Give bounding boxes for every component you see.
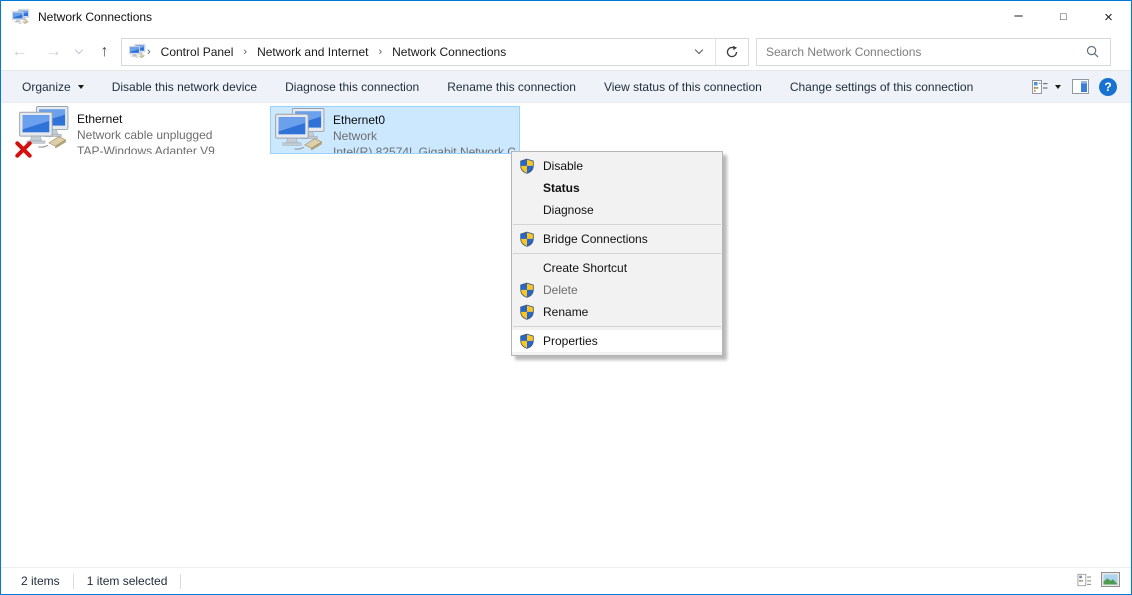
network-adapter-icon	[271, 107, 329, 153]
breadcrumb-item-control-panel[interactable]: Control Panel	[152, 39, 243, 65]
preview-pane-icon	[1072, 79, 1089, 94]
divider	[180, 574, 181, 589]
window-title: Network Connections	[38, 10, 152, 24]
details-view-icon	[1032, 79, 1048, 95]
help-icon: ?	[1099, 78, 1117, 96]
caret-down-icon	[1055, 85, 1061, 89]
uac-shield-icon	[519, 231, 535, 247]
refresh-icon	[725, 45, 739, 59]
disable-device-button[interactable]: Disable this network device	[98, 71, 271, 102]
change-view-button[interactable]	[1026, 74, 1067, 100]
navigation-bar: ← → ↑ › Control Panel › Network and Inte…	[1, 33, 1131, 71]
chevron-down-icon	[694, 46, 702, 54]
connection-item-ethernet[interactable]: Ethernet Network cable unplugged TAP-Win…	[15, 106, 265, 154]
selected-count: 1 item selected	[87, 574, 168, 588]
divider	[73, 574, 74, 589]
toolbar-right-icons: ?	[1026, 74, 1131, 100]
preview-pane-button[interactable]	[1067, 74, 1094, 100]
connection-name: Ethernet0	[333, 112, 519, 128]
search-box	[756, 38, 1111, 66]
forward-button[interactable]: →	[38, 37, 69, 67]
location-icon	[129, 44, 146, 59]
menu-item-bridge-connections[interactable]: Bridge Connections	[512, 228, 722, 250]
rename-connection-button[interactable]: Rename this connection	[433, 71, 590, 102]
title-bar: Network Connections – □ ×	[1, 1, 1131, 33]
uac-shield-icon	[519, 158, 535, 174]
window-controls: – □ ×	[996, 1, 1131, 33]
organize-button[interactable]: Organize	[8, 71, 98, 102]
unplugged-x-icon	[14, 140, 33, 162]
details-view-toggle[interactable]	[1077, 573, 1092, 590]
menu-item-diagnose[interactable]: Diagnose	[512, 199, 722, 221]
app-icon	[12, 9, 30, 25]
connection-name: Ethernet	[77, 111, 215, 127]
uac-shield-icon	[519, 282, 535, 298]
maximize-button[interactable]: □	[1041, 1, 1086, 33]
search-input[interactable]	[757, 39, 1075, 65]
items-count: 2 items	[21, 574, 60, 588]
uac-shield-icon	[519, 333, 535, 349]
connection-device: TAP-Windows Adapter V9	[77, 143, 215, 154]
minimize-button[interactable]: –	[996, 1, 1041, 33]
close-button[interactable]: ×	[1086, 1, 1131, 33]
breadcrumb-item-network-and-internet[interactable]: Network and Internet	[248, 39, 377, 65]
connection-status: Network cable unplugged	[77, 127, 215, 143]
menu-item-disable[interactable]: Disable	[512, 155, 722, 177]
status-bar: 2 items 1 item selected	[1, 567, 1131, 594]
menu-item-properties[interactable]: Properties	[512, 330, 722, 352]
search-icon[interactable]	[1075, 45, 1110, 58]
chevron-down-icon	[74, 46, 82, 54]
back-button[interactable]: ←	[1, 37, 38, 67]
change-settings-button[interactable]: Change settings of this connection	[776, 71, 987, 102]
help-button[interactable]: ?	[1094, 74, 1122, 100]
command-bar: Organize Disable this network device Dia…	[1, 71, 1131, 103]
address-dropdown-button[interactable]	[682, 39, 715, 65]
address-bar[interactable]: › Control Panel › Network and Internet ›…	[121, 38, 749, 66]
context-menu: Disable Status Diagnose Bridge Connectio…	[511, 151, 723, 356]
menu-item-create-shortcut[interactable]: Create Shortcut	[512, 257, 722, 279]
menu-separator	[513, 253, 721, 254]
large-icons-view-toggle[interactable]	[1101, 572, 1120, 590]
menu-separator	[513, 224, 721, 225]
caret-down-icon	[78, 85, 84, 89]
menu-item-delete[interactable]: Delete	[512, 279, 722, 301]
uac-shield-icon	[519, 304, 535, 320]
refresh-button[interactable]	[716, 39, 748, 65]
connection-item-ethernet0[interactable]: Ethernet0 Network Intel(R) 82574L Gigabi…	[270, 106, 520, 154]
connection-status: Network	[333, 128, 519, 144]
menu-separator	[513, 326, 721, 327]
diagnose-connection-button[interactable]: Diagnose this connection	[271, 71, 433, 102]
connections-list: Ethernet Network cable unplugged TAP-Win…	[1, 103, 1131, 567]
view-status-button[interactable]: View status of this connection	[590, 71, 776, 102]
recent-locations-button[interactable]	[69, 37, 88, 67]
menu-item-rename[interactable]: Rename	[512, 301, 722, 323]
network-connections-window: Network Connections – □ × ← → ↑ › Contro…	[0, 0, 1132, 595]
up-button[interactable]: ↑	[88, 37, 121, 67]
breadcrumb-item-network-connections[interactable]: Network Connections	[383, 39, 515, 65]
network-adapter-icon	[15, 106, 73, 154]
connection-device: Intel(R) 82574L Gigabit Network C...	[333, 144, 519, 153]
menu-item-status[interactable]: Status	[512, 177, 722, 199]
